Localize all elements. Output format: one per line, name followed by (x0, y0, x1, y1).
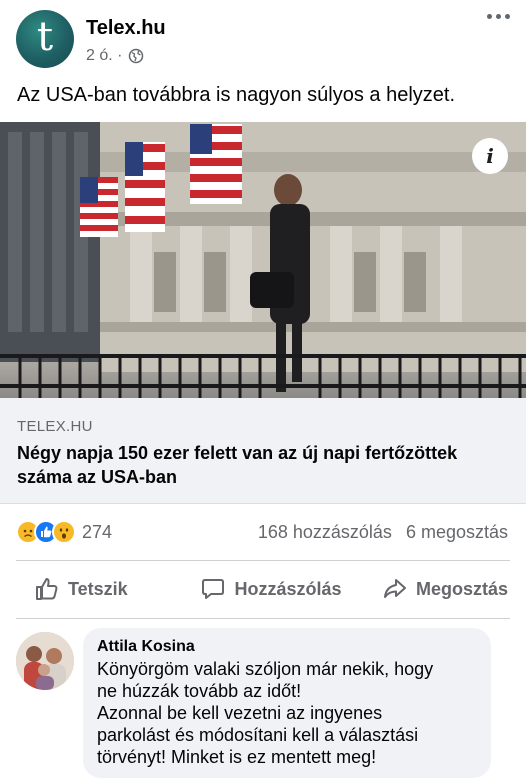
comment-label: Hozzászólás (234, 578, 342, 599)
share-count[interactable]: 6 megosztás (406, 522, 508, 543)
like-label: Tetszik (68, 578, 128, 599)
comment-line: Könyörgöm valaki szóljon már nekik, hogy (97, 659, 434, 679)
comment-bubble-icon (202, 579, 225, 599)
link-domain: TELEX.HU (17, 418, 93, 435)
link-headline-line: száma az USA-ban (17, 467, 178, 487)
page-avatar-letter: t (36, 14, 54, 60)
page-avatar[interactable]: t (16, 10, 74, 68)
comment-button[interactable]: Hozzászólás (192, 560, 350, 618)
link-preview-card[interactable]: TELEX.HU Négy napja 150 ezer felett van … (0, 398, 526, 504)
reaction-count: 274 (82, 521, 113, 542)
share-button[interactable]: Megosztás (350, 560, 526, 618)
commenter-avatar[interactable] (16, 632, 74, 690)
comment-line: ne húzzák tovább az időt! (97, 681, 302, 701)
comment-text: Könyörgöm valaki szóljon már nekik, hogy… (97, 658, 477, 768)
share-label: Megosztás (415, 578, 508, 599)
post-meta: 2 ó. · (86, 47, 144, 65)
post-text: Az USA-ban továbbra is nagyon súlyos a h… (17, 84, 456, 106)
more-options-icon[interactable] (487, 14, 510, 19)
photo-illustration (0, 122, 526, 398)
info-icon[interactable]: i (472, 138, 508, 174)
globe-icon (129, 48, 144, 64)
page-name[interactable]: Telex.hu (86, 17, 166, 40)
comment-line: Azonnal be kell vezetni az ingyenes (97, 703, 383, 723)
post-header: t Telex.hu 2 ó. · (0, 0, 526, 78)
like-button[interactable]: Tetszik (0, 560, 192, 618)
comment-share-counts: 168 hozzászólás 6 megosztás (258, 522, 508, 543)
link-headline-line: Négy napja 150 ezer felett van az új nap… (17, 443, 458, 463)
link-headline: Négy napja 150 ezer felett van az új nap… (17, 441, 509, 489)
share-arrow-icon (383, 579, 406, 598)
action-bar: Tetszik Hozzászólás Megosztás (0, 560, 526, 618)
wow-reaction-icon (52, 520, 76, 544)
commenter-name[interactable]: Attila Kosina (97, 638, 477, 656)
post-time[interactable]: 2 ó. · (86, 47, 122, 65)
thumbs-up-icon (36, 578, 58, 600)
divider (16, 618, 510, 619)
reaction-summary[interactable]: 274 (16, 520, 112, 544)
post-photo[interactable]: i (0, 122, 526, 398)
comment-count[interactable]: 168 hozzászólás (258, 522, 392, 543)
avatar-photo (16, 632, 74, 690)
comment-line: parkolást és módosítani kell a választás… (97, 725, 419, 745)
engagement-counts: 274 168 hozzászólás 6 megosztás (0, 516, 526, 550)
comment-bubble[interactable]: Attila Kosina Könyörgöm valaki szóljon m… (83, 628, 491, 778)
comment-line: törvényt! Minket is ez mentett meg! (97, 747, 377, 767)
